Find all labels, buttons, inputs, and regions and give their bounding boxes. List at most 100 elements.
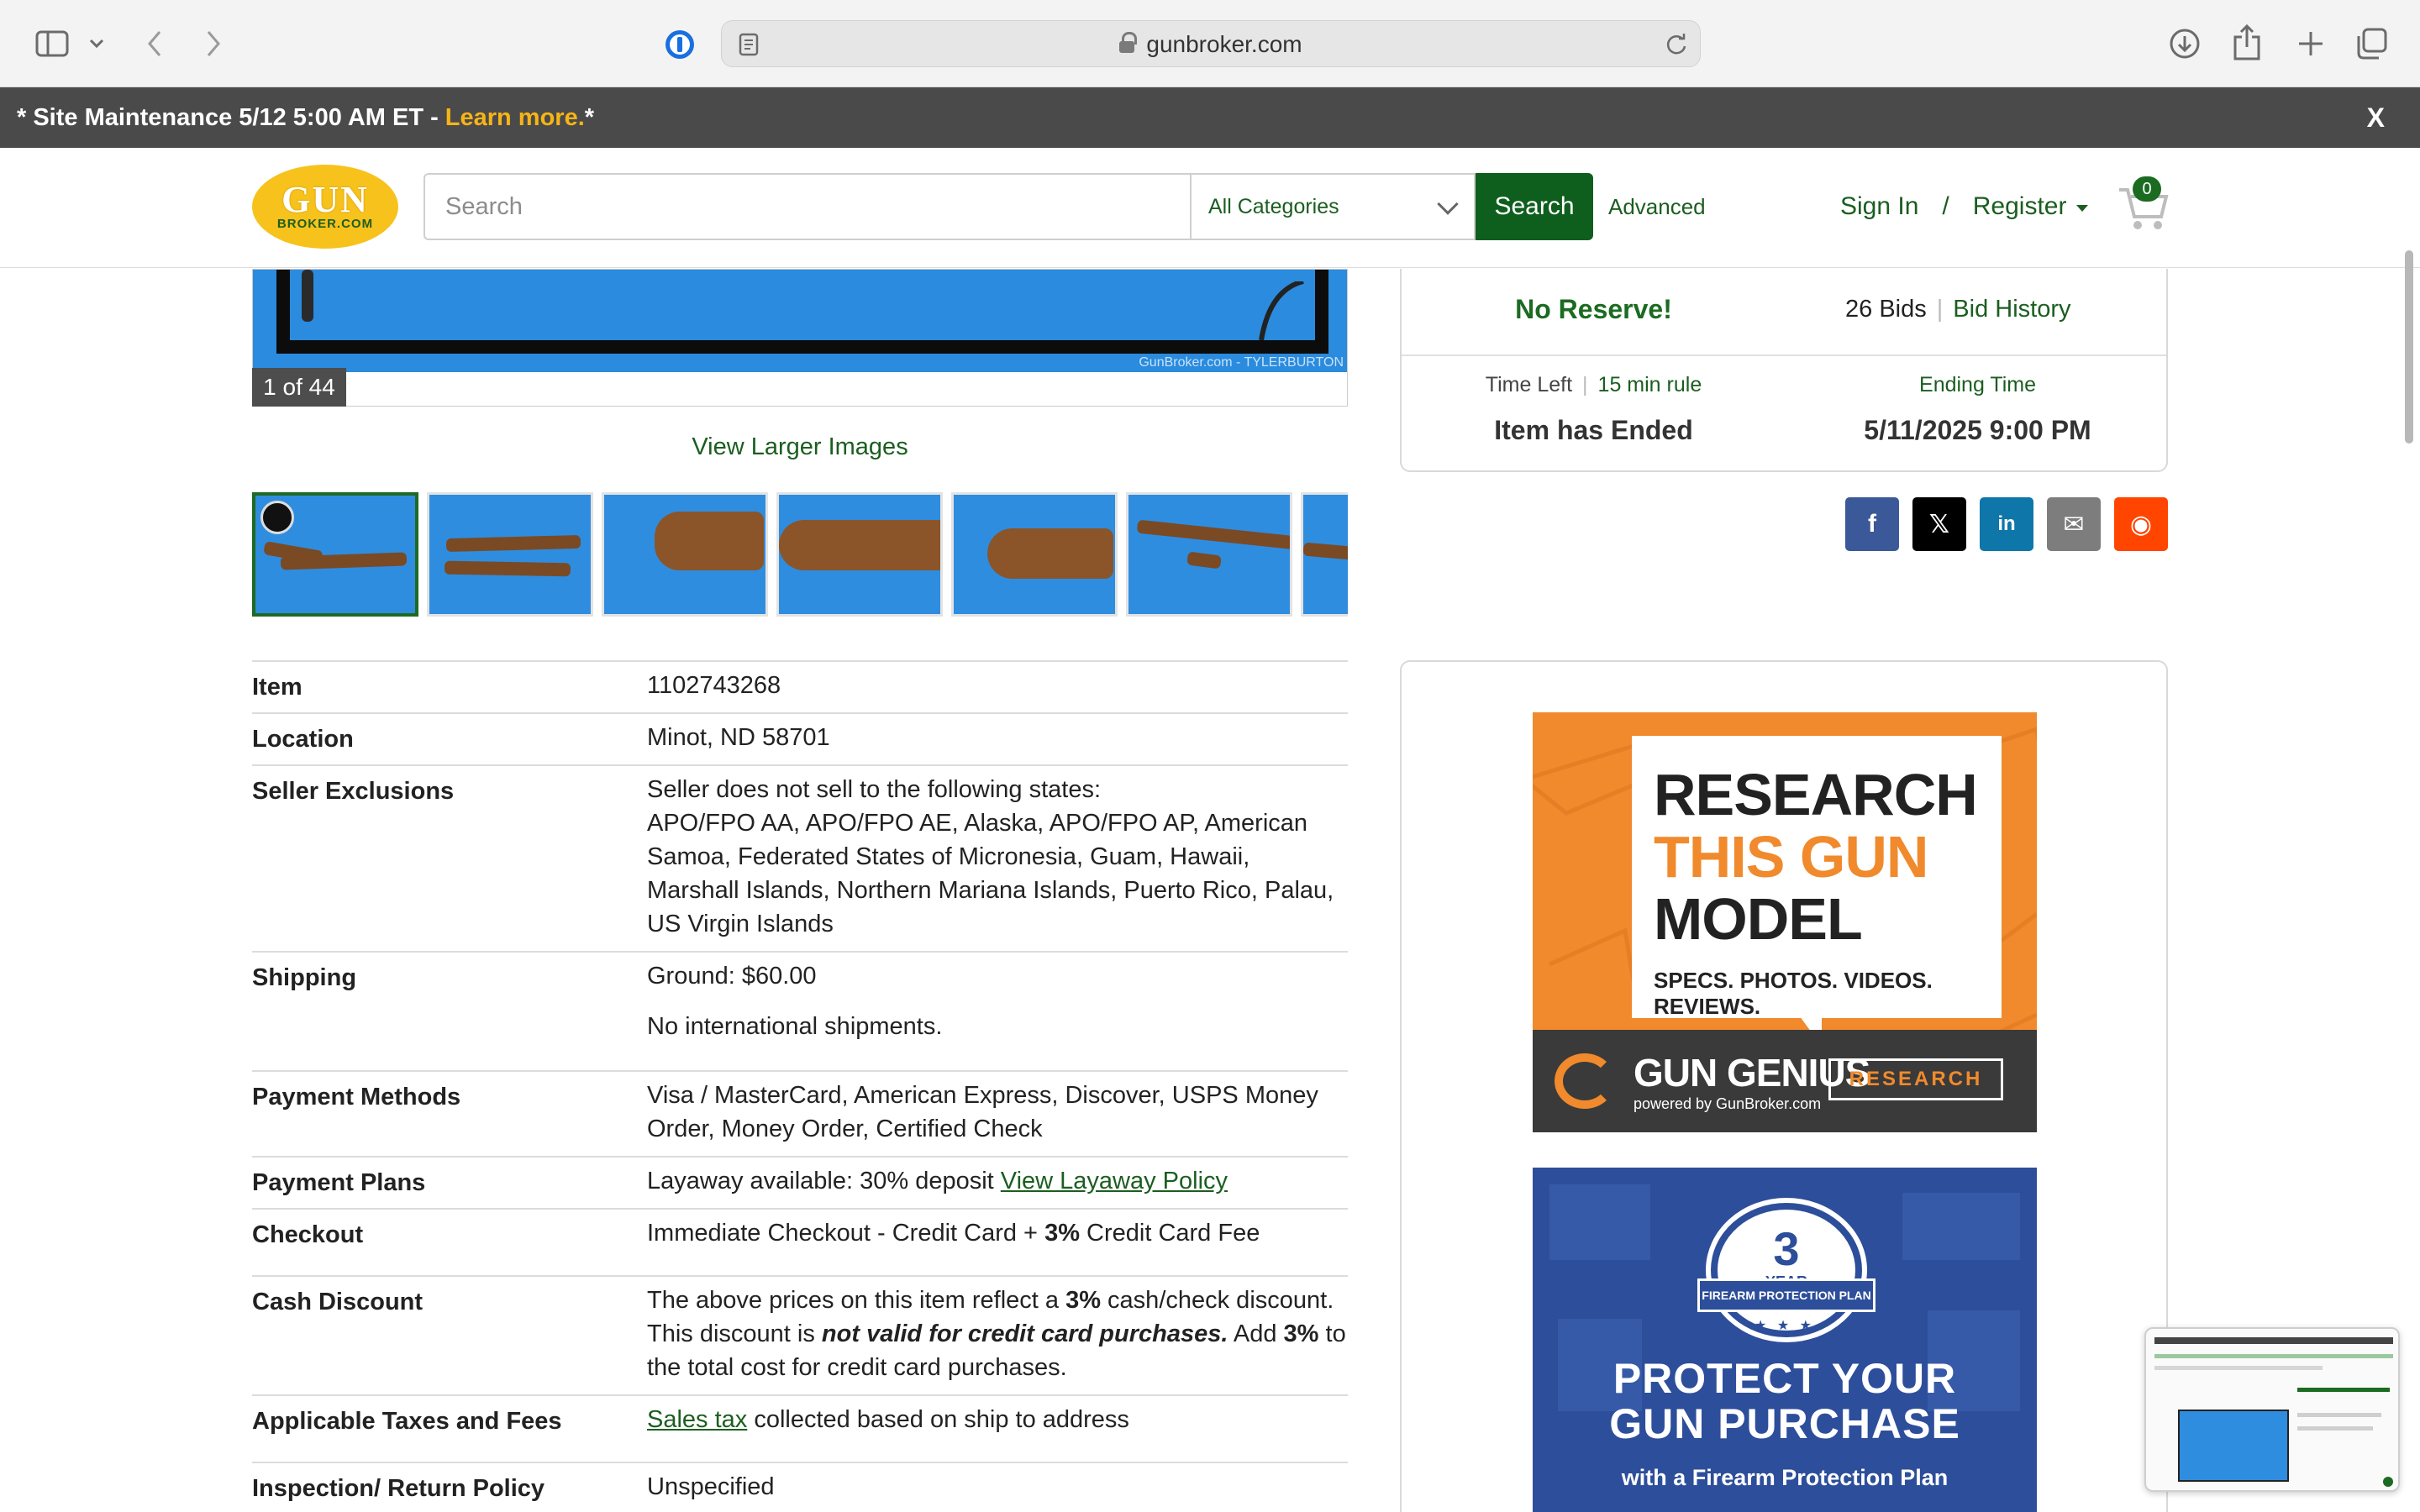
chevron-down-icon[interactable] <box>84 29 109 59</box>
thumbnail-image[interactable] <box>776 492 943 617</box>
detail-value-line: US Virgin Islands <box>647 911 834 937</box>
back-icon[interactable] <box>139 25 170 62</box>
preview-line <box>2154 1354 2393 1358</box>
search-input[interactable]: Search <box>424 173 1190 240</box>
account-links: Sign In / Register <box>1840 173 2089 240</box>
x-icon: 𝕏 <box>1928 510 1950 538</box>
reddit-share-button[interactable]: ◉ <box>2114 497 2168 551</box>
detail-label: Cash Discount <box>252 1289 424 1315</box>
seal-years: 3 <box>1773 1222 1800 1275</box>
detail-link[interactable]: Sales tax <box>647 1406 747 1433</box>
detail-value-line: Order, Money Order, Certified Check <box>647 1116 1043 1142</box>
detail-label: Item <box>252 674 302 701</box>
page-scrollbar[interactable] <box>2405 250 2413 444</box>
caret-down-icon[interactable] <box>2076 205 2089 212</box>
view-larger-images-link[interactable]: View Larger Images <box>252 433 1348 461</box>
detail-value: Immediate Checkout - Credit Card + 3% Cr… <box>647 1210 1348 1275</box>
main-listing-image[interactable]: GunBroker.com - TYLERBURTON <box>252 269 1348 407</box>
ad-research-button[interactable]: RESEARCH <box>1828 1058 2003 1100</box>
watermark-logo-icon <box>260 501 294 534</box>
detail-value: The above prices on this item reflect a … <box>647 1277 1348 1394</box>
detail-value-note: No international shipments. <box>647 1013 943 1040</box>
download-icon[interactable] <box>2166 25 2203 62</box>
page: gunbroker.com * Site Maintenance 5/12 5:… <box>0 0 2420 1512</box>
ending-time-value: 5/11/2025 9:00 PM <box>1864 415 2091 445</box>
new-tab-icon[interactable] <box>2292 25 2329 62</box>
register-link[interactable]: Register <box>1973 192 2067 221</box>
detail-label: Location <box>252 726 354 753</box>
detail-value-line: Sales tax collected based on ship to add… <box>647 1406 1129 1433</box>
learn-more-link[interactable]: Learn more. <box>445 104 585 132</box>
image-frame <box>276 270 1328 354</box>
cart-button[interactable]: 0 <box>2118 176 2170 232</box>
detail-row: Payment Methods Visa / MasterCard, Americ… <box>252 1070 1348 1156</box>
detail-value-line: the total cost for credit card purchases… <box>647 1354 1067 1381</box>
linkedin-share-button[interactable]: in <box>1980 497 2033 551</box>
search-button[interactable]: Search <box>1476 173 1593 240</box>
search-placeholder: Search <box>445 192 523 220</box>
advanced-search-link[interactable]: Advanced <box>1608 173 1706 240</box>
time-left-value: Item has Ended <box>1494 415 1693 445</box>
lock-icon <box>1119 32 1138 53</box>
detail-value: 1102743268 <box>647 662 1348 712</box>
reddit-icon: ◉ <box>2129 510 2153 538</box>
tab-overview-icon[interactable] <box>2353 25 2390 62</box>
detail-value-line: Layaway available: 30% deposit View Laya… <box>647 1168 1228 1194</box>
sign-in-link[interactable]: Sign In <box>1840 192 1918 221</box>
email-share-button[interactable]: ✉ <box>2047 497 2101 551</box>
detail-row: Location Minot, ND 58701 <box>252 712 1348 764</box>
detail-row: Inspection/ Return Policy Unspecified <box>252 1462 1348 1512</box>
detail-row: Checkout Immediate Checkout - Credit Card… <box>252 1208 1348 1275</box>
rifle-thumbnail-shape <box>655 512 764 570</box>
forward-icon[interactable] <box>198 25 229 62</box>
bid-count-value: 26 Bids <box>1845 296 1927 323</box>
bid-history-link[interactable]: Bid History <box>1953 296 2070 323</box>
preview-header <box>2154 1337 2393 1344</box>
detail-value-line: Seller does not sell to the following st… <box>647 776 1102 803</box>
banner-close-button[interactable]: X <box>2367 87 2385 148</box>
banner-text: * Site Maintenance 5/12 5:00 AM ET - <box>17 103 439 131</box>
rifle-thumbnail-shape <box>779 520 940 570</box>
detail-value-line: Marshall Islands, Northern Mariana Islan… <box>647 877 1334 904</box>
thumbnail-image[interactable] <box>427 492 593 617</box>
password-manager-icon[interactable] <box>662 27 697 62</box>
ad-protect-line2: GUN PURCHASE <box>1609 1400 1960 1447</box>
sidebar-toggle-icon[interactable] <box>32 24 72 64</box>
ad-protect-line1: PROTECT YOUR <box>1612 1355 1957 1402</box>
x-share-button[interactable]: 𝕏 <box>1912 497 1966 551</box>
gunbroker-logo[interactable]: GUN BROKER.COM <box>252 165 398 249</box>
facebook-share-button[interactable]: f <box>1845 497 1899 551</box>
page-preview-thumbnail[interactable] <box>2144 1327 2400 1492</box>
protection-plan-ad[interactable]: 3 YEAR FIREARM PROTECTION PLAN ★ ★ ★ PRO… <box>1533 1168 2037 1512</box>
detail-value-line: APO/FPO AA, APO/FPO AE, Alaska, APO/FPO … <box>647 810 1308 837</box>
detail-value-line: This discount is not valid for credit ca… <box>647 1320 1346 1347</box>
detail-value-line: The above prices on this item reflect a … <box>647 1287 1334 1314</box>
image-watermark: GunBroker.com - TYLERBURTON <box>1139 355 1344 370</box>
category-select[interactable]: All Categories <box>1190 173 1476 240</box>
detail-label: Seller Exclusions <box>252 778 455 805</box>
gun-genius-logo-icon <box>1555 1053 1615 1109</box>
fifteen-min-rule-link[interactable]: 15 min rule <box>1598 373 1702 396</box>
bold-text: 3% <box>1065 1287 1101 1314</box>
detail-link[interactable]: View Layaway Policy <box>1001 1168 1228 1194</box>
image-counter: 1 of 44 <box>252 368 346 407</box>
reload-icon[interactable] <box>1661 29 1691 60</box>
research-gun-ad[interactable]: RESEARCH THIS GUN MODEL SPECS. PHOTOS. V… <box>1533 712 2037 1132</box>
thumbnail-image[interactable] <box>1301 492 1348 617</box>
share-icon[interactable] <box>2228 22 2265 62</box>
url-text[interactable]: gunbroker.com <box>722 21 1700 68</box>
detail-label: Checkout <box>252 1221 364 1248</box>
thumbnail-image[interactable] <box>951 492 1118 617</box>
rifle-stand-detail <box>1259 281 1304 340</box>
thumbnail-image[interactable] <box>1126 492 1292 617</box>
rifle-barrel-detail <box>302 270 313 322</box>
detail-value: Minot, ND 58701 <box>647 714 1348 764</box>
address-bar[interactable]: gunbroker.com <box>721 20 1701 67</box>
thumbnail-image[interactable] <box>602 492 768 617</box>
detail-value-line: 1102743268 <box>647 672 781 699</box>
thumbnail-image[interactable] <box>252 492 418 617</box>
detail-value-line: Visa / MasterCard, American Express, Dis… <box>647 1082 1318 1109</box>
preview-line <box>2297 1413 2381 1417</box>
bid-summary-box: No Reserve! 26 Bids | Bid History Time Lef… <box>1400 269 2168 472</box>
ending-time-label: Ending Time <box>1919 373 2036 396</box>
